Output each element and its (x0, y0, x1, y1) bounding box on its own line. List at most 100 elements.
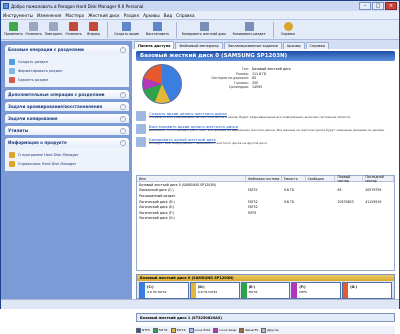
chevron-down-icon[interactable]: ˅ (120, 103, 126, 110)
chevron-up-icon[interactable]: ˄ (120, 46, 126, 53)
col-free[interactable]: Свободно (306, 176, 336, 181)
col-last-sector[interactable]: Последний сектор (363, 175, 394, 183)
tab-scheduled-tasks[interactable]: Запланированные задания (223, 42, 282, 49)
col-first-sector[interactable]: Первый сектор (335, 175, 364, 183)
partition-block[interactable]: (D:) 9.8 ГБ FAT32 (189, 282, 240, 299)
redo-button[interactable]: Повторить (44, 20, 63, 36)
cell-last: 20579759 (365, 188, 382, 193)
disk-map: Базовый жесткий диск 0 (SAMSUNG SP1203N)… (136, 274, 395, 299)
partition-block[interactable]: (G:) (342, 282, 392, 299)
cell-fs: FAT32 (248, 199, 258, 204)
item-label: Справочник Hard Disk Manager (18, 161, 77, 166)
panel-utilities: Утилиты ˅ (5, 126, 129, 135)
panel-header[interactable]: Утилиты ˅ (5, 126, 129, 135)
maximize-button[interactable]: □ (372, 2, 384, 10)
panel-title: Дополнительные операции с разделами (8, 92, 105, 97)
partition-block[interactable]: (C:) 9.8 ГБ FAT32 (139, 282, 189, 299)
item-label: Создать раздел (18, 59, 49, 64)
cell-fs: FAT32 (248, 205, 258, 210)
col-capacity[interactable]: Емкость (282, 176, 306, 181)
format-icon (9, 67, 15, 74)
forward-button[interactable]: Вперед (84, 20, 103, 36)
partition-color-bar (140, 283, 145, 298)
format-partition-link[interactable]: Форматировать раздел (9, 66, 125, 75)
legend-label: Linux Ext2 (194, 328, 211, 332)
disk-header: Базовый жесткий диск 0 (SAMSUNG SP1203N) (136, 51, 395, 61)
apply-button[interactable]: Применить (4, 20, 23, 36)
cell-cap: 9.8 ГБ (283, 199, 295, 204)
legend-label: FAT32 (158, 328, 168, 332)
help-button[interactable]: Справка (277, 20, 299, 36)
panel-header[interactable]: Задачи архивирования/восстановления ˅ (5, 102, 129, 111)
partition-table: Имя Файловая система Емкость Свободно Пе… (136, 175, 395, 271)
cell-cap: 9.8 ГБ (283, 188, 295, 193)
table-row[interactable]: Логический диск (D:) FAT32 9.8 ГБ 20579823 4… (137, 199, 394, 205)
partition-letter: (C:) (147, 285, 154, 289)
app-icon (3, 3, 9, 9)
menu-wizards[interactable]: Мастера (65, 13, 84, 18)
close-button[interactable]: × (385, 2, 397, 10)
copy-partition-button[interactable]: Копировать раздел (228, 20, 270, 36)
main-content: Панель доступа Файловый менеджер Заплани… (132, 41, 399, 334)
tab-file-manager[interactable]: Файловый менеджер (175, 42, 223, 49)
tab-access-panel[interactable]: Панель доступа (134, 41, 175, 49)
about-link[interactable]: О программе Hard Disk Manager (9, 150, 125, 159)
apply-label: Применить (4, 32, 23, 36)
minimize-button[interactable]: – (359, 2, 371, 10)
panel-header[interactable]: Задачи копирования ˅ (5, 114, 129, 123)
link-create-disk-archive[interactable]: Создать архив целого жесткого диска Сохра… (136, 111, 395, 121)
undo-button[interactable]: Отменить (24, 20, 43, 36)
chevron-down-icon[interactable]: ˅ (120, 127, 126, 134)
table-row[interactable]: Логический диск (G:) (137, 216, 394, 222)
col-fs[interactable]: Файловая система (246, 176, 282, 181)
chevron-down-icon[interactable]: ˅ (120, 91, 126, 98)
cell-name: Расширенный раздел (139, 193, 176, 198)
disk-map-2: Базовый жесткий диск 1 (ST3250820AS) (136, 313, 395, 322)
help-icon (283, 22, 293, 31)
prop-value: 111.8 ГБ (252, 71, 267, 76)
delete-icon (9, 76, 15, 83)
undo-icon (29, 22, 38, 31)
cell-name: Логический диск (G:) (139, 216, 175, 221)
restore-icon (136, 124, 146, 134)
restore-icon (153, 22, 162, 31)
create-archive-button[interactable]: Создать архив (111, 20, 142, 36)
toolbar-separator (107, 22, 108, 38)
manual-link[interactable]: Справочник Hard Disk Manager (9, 159, 125, 168)
legend-item: FAT32 (152, 327, 168, 333)
menu-tools[interactable]: Инструменты (3, 13, 33, 18)
checkmark-icon (9, 22, 18, 31)
panel-header[interactable]: Информация о продукте ˄ (5, 138, 129, 147)
tab-help[interactable]: Справка (305, 42, 329, 49)
panel-header[interactable]: Дополнительные операции с разделами ˅ (5, 90, 129, 99)
restore-button[interactable]: Восстановить (142, 20, 173, 36)
chevron-up-icon[interactable]: ˄ (120, 139, 126, 146)
link-description: Внимание: Эта операция уничтожит все дан… (149, 128, 385, 132)
menu-harddisk[interactable]: Жесткий диск (88, 13, 120, 18)
partition-icon (9, 58, 15, 65)
prop-value: 63 (252, 76, 257, 81)
link-restore-disk-archive[interactable]: Восстановить архив целого жесткого диска… (136, 124, 395, 134)
prop-key: Головок: (234, 80, 249, 85)
back-button[interactable]: Отменить (64, 20, 83, 36)
panel-header[interactable]: Базовые операции с разделами ˄ (5, 45, 129, 54)
delete-partition-link[interactable]: Удалить раздел (9, 75, 125, 84)
link-copy-disk[interactable]: Копировать целый жесткий диск Копирует вс… (136, 137, 395, 147)
menu-partition[interactable]: Раздел (124, 13, 139, 18)
create-partition-link[interactable]: Создать раздел (9, 57, 125, 66)
menu-view[interactable]: Вид (164, 13, 173, 18)
partition-block[interactable]: (F:) NTFS (291, 282, 342, 299)
panel-copy-tasks: Задачи копирования ˅ (5, 114, 129, 123)
partition-block[interactable]: (E:) FAT32 (240, 282, 291, 299)
tab-archives[interactable]: Архивы (282, 42, 305, 49)
menu-help[interactable]: Справка (176, 13, 194, 18)
toolbar-separator (176, 22, 177, 38)
menu-edit[interactable]: Изменения (37, 13, 61, 18)
cell-name: Логический диск (D:) (139, 199, 175, 204)
table-row[interactable]: Локальный диск (C:) FAT32 9.8 ГБ 63 20579759 (137, 188, 394, 194)
copy-disk-button[interactable]: Копировать жесткий диск (180, 20, 228, 36)
chevron-down-icon[interactable]: ˅ (120, 115, 126, 122)
col-name[interactable]: Имя (137, 176, 247, 181)
menu-archives[interactable]: Архивы (143, 13, 160, 18)
partition-color-bar (190, 283, 196, 298)
